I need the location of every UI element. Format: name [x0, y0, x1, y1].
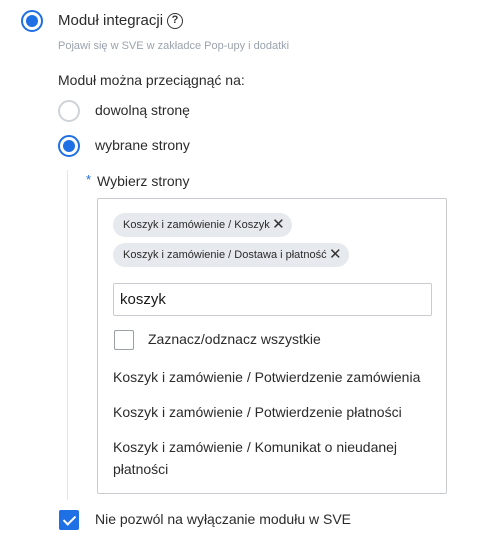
radio-any-page-label[interactable]: dowolną stronę [95, 102, 190, 118]
disable-toggle-checkbox[interactable] [59, 510, 79, 530]
module-title: Moduł integracji [58, 12, 164, 29]
radio-any-page[interactable] [58, 100, 80, 122]
page-option[interactable]: Koszyk i zamówienie / Potwierdzenie zamó… [113, 366, 420, 388]
radio-selected-pages-label[interactable]: wybrane strony [95, 137, 190, 153]
select-all-label[interactable]: Zaznacz/odznacz wszystkie [148, 331, 321, 347]
page-option[interactable]: Koszyk i zamówienie / Potwierdzenie płat… [113, 401, 402, 423]
radio-selected-pages[interactable] [58, 135, 80, 157]
selected-page-chip: Koszyk i zamówienie / Dostawa i płatność… [113, 243, 349, 267]
choose-pages-label: Wybierz strony [97, 173, 190, 189]
selected-page-chip: Koszyk i zamówienie / Koszyk ✕ [113, 213, 292, 237]
page-search-input[interactable]: koszyk [113, 283, 432, 316]
page-option[interactable]: Koszyk i zamówienie / Komunikat o nieuda… [113, 436, 423, 480]
chip-label: Koszyk i zamówienie / Koszyk [123, 219, 270, 231]
module-integration-radio[interactable] [21, 10, 43, 32]
required-asterisk: * [86, 172, 92, 187]
indent-guide-line [67, 170, 68, 500]
select-all-checkbox[interactable] [114, 330, 134, 350]
question-circle-icon[interactable]: ? [167, 13, 183, 29]
module-subtitle: Pojawi się w SVE w zakładce Pop-upy i do… [58, 40, 290, 52]
disable-toggle-label[interactable]: Nie pozwól na wyłączanie modułu w SVE [95, 511, 351, 527]
close-icon[interactable]: ✕ [329, 243, 342, 267]
drag-target-label: Moduł można przeciągnąć na: [58, 72, 245, 88]
close-icon[interactable]: ✕ [272, 213, 285, 237]
chip-label: Koszyk i zamówienie / Dostawa i płatność [123, 249, 327, 261]
